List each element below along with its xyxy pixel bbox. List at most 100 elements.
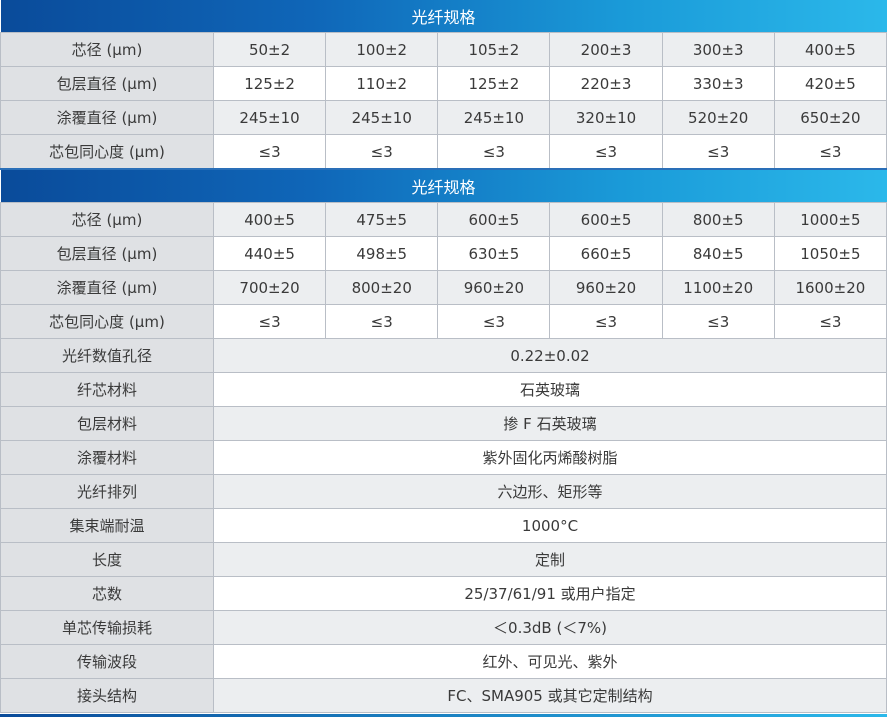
cell-value: 498±5 — [325, 236, 439, 271]
cell-value: 245±10 — [212, 100, 327, 135]
property-row: 接头结构 FC、SMA905 或其它定制结构 — [0, 678, 887, 713]
cell-value: 125±2 — [437, 66, 551, 101]
table-row: 涂覆直径 (μm) 245±10 245±10 245±10 320±10 52… — [0, 100, 887, 135]
property-label: 光纤排列 — [0, 474, 214, 509]
property-label: 单芯传输损耗 — [0, 610, 214, 645]
property-label: 纤芯材料 — [0, 372, 214, 407]
table-row: 芯径 (μm) 50±2 100±2 105±2 200±3 300±3 400… — [0, 32, 887, 67]
cell-value: ≤3 — [661, 134, 775, 170]
cell-value: 110±2 — [325, 66, 439, 101]
row-label: 涂覆直径 (μm) — [0, 100, 214, 135]
property-row: 长度 定制 — [0, 542, 887, 577]
cell-value: 400±5 — [212, 202, 327, 237]
property-label: 传输波段 — [0, 644, 214, 679]
table-row: 芯包同心度 (μm) ≤3 ≤3 ≤3 ≤3 ≤3 ≤3 — [0, 134, 887, 170]
property-value: 红外、可见光、紫外 — [213, 644, 887, 679]
property-row: 光纤排列 六边形、矩形等 — [0, 474, 887, 509]
cell-value: 330±3 — [661, 66, 775, 101]
cell-value: 245±10 — [325, 100, 439, 135]
cell-value: 520±20 — [661, 100, 775, 135]
cell-value: ≤3 — [325, 134, 439, 170]
property-value: 紫外固化丙烯酸树脂 — [213, 440, 887, 475]
section-header: 光纤规格 — [0, 0, 887, 33]
cell-value: 960±20 — [549, 270, 663, 305]
cell-value: 475±5 — [325, 202, 439, 237]
cell-value: 700±20 — [212, 270, 327, 305]
fiber-spec-table: 光纤规格 芯径 (μm) 50±2 100±2 105±2 200±3 300±… — [0, 0, 887, 713]
cell-value: ≤3 — [325, 304, 439, 339]
cell-value: 100±2 — [325, 32, 439, 67]
cell-value: 800±20 — [325, 270, 439, 305]
property-value: 25/37/61/91 或用户指定 — [213, 576, 887, 611]
property-label: 长度 — [0, 542, 214, 577]
property-label: 芯数 — [0, 576, 214, 611]
property-label: 涂覆材料 — [0, 440, 214, 475]
cell-value: ≤3 — [437, 134, 551, 170]
spec-page: 光纤规格 芯径 (μm) 50±2 100±2 105±2 200±3 300±… — [0, 0, 887, 717]
cell-value: 245±10 — [437, 100, 551, 135]
property-row: 包层材料 掺 F 石英玻璃 — [0, 406, 887, 441]
property-value: 1000°C — [213, 508, 887, 543]
property-row: 芯数 25/37/61/91 或用户指定 — [0, 576, 887, 611]
cell-value: 125±2 — [212, 66, 327, 101]
property-row: 涂覆材料 紫外固化丙烯酸树脂 — [0, 440, 887, 475]
table-row: 芯径 (μm) 400±5 475±5 600±5 600±5 800±5 10… — [0, 202, 887, 237]
table-row: 芯包同心度 (μm) ≤3 ≤3 ≤3 ≤3 ≤3 ≤3 — [0, 304, 887, 339]
property-value: 掺 F 石英玻璃 — [213, 406, 887, 441]
property-label: 接头结构 — [0, 678, 214, 713]
property-row: 纤芯材料 石英玻璃 — [0, 372, 887, 407]
cell-value: 630±5 — [437, 236, 551, 271]
cell-value: ≤3 — [212, 304, 327, 339]
property-value: 石英玻璃 — [213, 372, 887, 407]
row-label: 芯包同心度 (μm) — [0, 134, 214, 170]
cell-value: 1100±20 — [661, 270, 775, 305]
property-label: 集束端耐温 — [0, 508, 214, 543]
property-row: 光纤数值孔径 0.22±0.02 — [0, 338, 887, 373]
section-header: 光纤规格 — [0, 168, 887, 203]
row-label: 芯包同心度 (μm) — [0, 304, 214, 339]
property-value: ＜0.3dB (＜7%) — [213, 610, 887, 645]
property-value: 定制 — [213, 542, 887, 577]
section-title: 光纤规格 — [0, 0, 887, 33]
cell-value: ≤3 — [212, 134, 327, 170]
cell-value: 660±5 — [549, 236, 663, 271]
property-label: 光纤数值孔径 — [0, 338, 214, 373]
property-label: 包层材料 — [0, 406, 214, 441]
cell-value: 300±3 — [661, 32, 775, 67]
cell-value: 650±20 — [773, 100, 887, 135]
cell-value: ≤3 — [437, 304, 551, 339]
cell-value: 600±5 — [437, 202, 551, 237]
property-row: 单芯传输损耗 ＜0.3dB (＜7%) — [0, 610, 887, 645]
cell-value: 320±10 — [549, 100, 663, 135]
row-label: 涂覆直径 (μm) — [0, 270, 214, 305]
cell-value: 600±5 — [549, 202, 663, 237]
cell-value: 400±5 — [773, 32, 887, 67]
row-label: 包层直径 (μm) — [0, 236, 214, 271]
property-value: 六边形、矩形等 — [213, 474, 887, 509]
row-label: 包层直径 (μm) — [0, 66, 214, 101]
cell-value: 1050±5 — [773, 236, 887, 271]
section-title: 光纤规格 — [0, 168, 887, 203]
row-label: 芯径 (μm) — [0, 202, 214, 237]
property-row: 集束端耐温 1000°C — [0, 508, 887, 543]
property-value: 0.22±0.02 — [213, 338, 887, 373]
row-label: 芯径 (μm) — [0, 32, 214, 67]
cell-value: 1000±5 — [773, 202, 887, 237]
property-row: 传输波段 红外、可见光、紫外 — [0, 644, 887, 679]
cell-value: 420±5 — [773, 66, 887, 101]
cell-value: 50±2 — [212, 32, 327, 67]
cell-value: 105±2 — [437, 32, 551, 67]
table-row: 涂覆直径 (μm) 700±20 800±20 960±20 960±20 11… — [0, 270, 887, 305]
table-row: 包层直径 (μm) 125±2 110±2 125±2 220±3 330±3 … — [0, 66, 887, 101]
cell-value: 960±20 — [437, 270, 551, 305]
cell-value: ≤3 — [661, 304, 775, 339]
cell-value: 440±5 — [212, 236, 327, 271]
cell-value: 200±3 — [549, 32, 663, 67]
cell-value: ≤3 — [549, 134, 663, 170]
cell-value: 800±5 — [661, 202, 775, 237]
property-value: FC、SMA905 或其它定制结构 — [213, 678, 887, 713]
cell-value: 1600±20 — [773, 270, 887, 305]
cell-value: ≤3 — [773, 304, 887, 339]
cell-value: ≤3 — [773, 134, 887, 170]
cell-value: ≤3 — [549, 304, 663, 339]
